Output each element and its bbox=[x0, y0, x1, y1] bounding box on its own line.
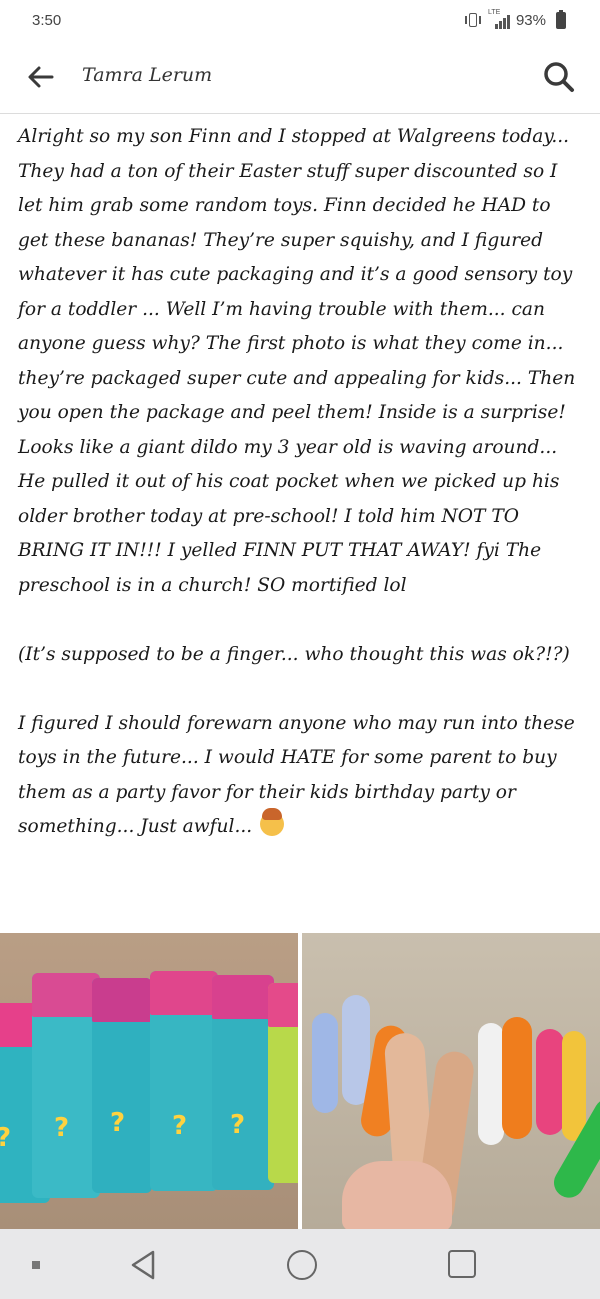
battery-icon bbox=[556, 9, 566, 29]
vibrate-icon bbox=[464, 12, 482, 28]
facepalm-emoji-icon bbox=[260, 808, 285, 836]
status-icons: LTE 93% bbox=[464, 9, 566, 29]
arrow-left-icon bbox=[28, 66, 54, 88]
post-paragraph: Alright so my son Finn and I stopped at … bbox=[18, 126, 576, 596]
post-body: Alright so my son Finn and I stopped at … bbox=[18, 120, 584, 845]
status-time: 3:50 bbox=[32, 11, 62, 29]
search-icon bbox=[544, 62, 574, 92]
battery-percent: 93% bbox=[515, 11, 546, 29]
post-paragraph: (It’s supposed to be a finger... who tho… bbox=[18, 643, 570, 665]
packaged-banana-toys-photo[interactable]: ? ? ? ? ? bbox=[0, 933, 298, 1229]
recents-square-icon[interactable] bbox=[448, 1250, 476, 1278]
unpeeled-toys-photo[interactable] bbox=[302, 933, 600, 1229]
status-bar: 3:50 LTE 93% bbox=[0, 0, 600, 40]
navigation-bar bbox=[0, 1229, 600, 1299]
menu-dot-icon[interactable] bbox=[32, 1261, 40, 1269]
page-title: Tamra Lerum bbox=[82, 64, 213, 86]
app-bar: Tamra Lerum bbox=[0, 40, 600, 114]
back-button[interactable] bbox=[26, 62, 56, 92]
post-paragraph-text: I figured I should forewarn anyone who m… bbox=[18, 712, 575, 838]
home-circle-icon[interactable] bbox=[287, 1250, 317, 1280]
search-button[interactable] bbox=[542, 60, 576, 94]
signal-icon: LTE bbox=[488, 9, 510, 29]
post-paragraph: I figured I should forewarn anyone who m… bbox=[18, 707, 584, 845]
back-triangle-icon[interactable] bbox=[128, 1249, 158, 1281]
